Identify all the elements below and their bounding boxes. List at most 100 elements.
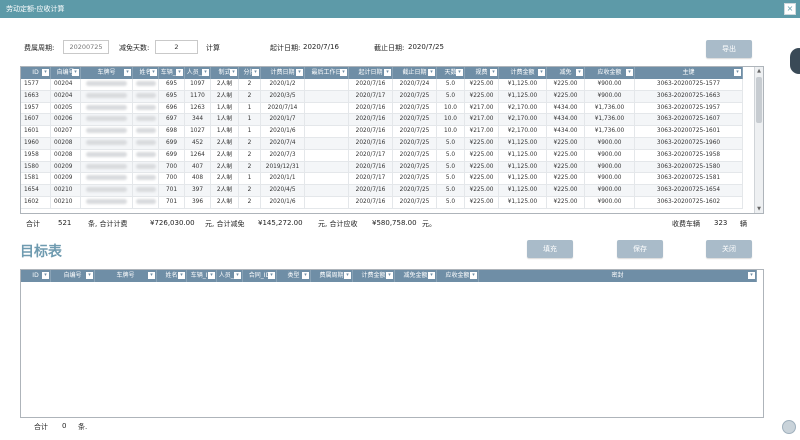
table-cell[interactable]: 2020/7/25	[393, 173, 437, 186]
table-cell[interactable]: 2020/7/25	[393, 114, 437, 127]
table-cell[interactable]: ¥217.00	[465, 102, 499, 115]
table-cell[interactable]: 1602	[21, 196, 51, 209]
table-cell[interactable]: ¥1,125.00	[499, 90, 547, 103]
table-cell[interactable]: 1577	[21, 79, 51, 91]
close-button[interactable]: 关闭	[706, 240, 752, 258]
table-cell[interactable]: 2020/7/25	[393, 149, 437, 162]
filter-dropdown-icon[interactable]: ▾	[148, 272, 155, 279]
table-cell[interactable]: 2人制	[211, 90, 239, 103]
table-cell[interactable]: ¥225.00	[465, 137, 499, 150]
table-cell[interactable]: ¥225.00	[547, 149, 585, 162]
target-col-header[interactable]: 类型 ▾	[277, 270, 311, 282]
start-date-value[interactable]: 2020/7/16	[303, 43, 339, 51]
table-cell[interactable]: ¥1,736.00	[585, 114, 635, 127]
table-cell[interactable]: ¥2,170.00	[499, 102, 547, 115]
table-cell[interactable]: 1人制	[211, 126, 239, 138]
table-cell[interactable]: 2020/7/16	[349, 137, 393, 150]
table-cell[interactable]: 1264	[185, 149, 211, 162]
table-cell[interactable]: 2020/7/16	[349, 126, 393, 138]
table-cell[interactable]	[81, 114, 133, 127]
table-cell[interactable]	[305, 137, 349, 150]
close-icon[interactable]: ×	[784, 3, 796, 15]
filter-dropdown-icon[interactable]: ▾	[576, 69, 583, 76]
table-cell[interactable]: 2人制	[211, 185, 239, 197]
filter-dropdown-icon[interactable]: ▾	[470, 272, 477, 279]
table-cell[interactable]	[133, 196, 159, 209]
source-col-header[interactable]: 人员_ID ▾	[185, 67, 211, 79]
table-row[interactable]: 1958 00208 699 1264 2人制 2 2020/7/3 2020/7/17 202…	[21, 149, 743, 162]
table-cell[interactable]: 407	[185, 161, 211, 174]
table-cell[interactable]: 3063-20200725-1654	[635, 185, 743, 197]
table-cell[interactable]: 00210	[51, 185, 81, 197]
table-cell[interactable]: 1170	[185, 90, 211, 103]
table-cell[interactable]: 2020/7/4	[261, 137, 305, 150]
table-cell[interactable]: 397	[185, 185, 211, 197]
table-cell[interactable]	[81, 161, 133, 174]
filter-dropdown-icon[interactable]: ▾	[268, 272, 275, 279]
table-cell[interactable]: 00206	[51, 114, 81, 127]
table-cell[interactable]	[305, 185, 349, 197]
table-cell[interactable]: ¥900.00	[585, 90, 635, 103]
table-cell[interactable]: 2020/1/7	[261, 114, 305, 127]
source-col-header[interactable]: 制式 ▾	[211, 67, 239, 79]
table-cell[interactable]: 1	[239, 102, 261, 115]
filter-dropdown-icon[interactable]: ▾	[428, 272, 435, 279]
table-cell[interactable]: 697	[159, 114, 185, 127]
source-col-header[interactable]: ID ▾	[21, 67, 51, 79]
table-cell[interactable]: 2020/3/5	[261, 90, 305, 103]
table-cell[interactable]: 2020/7/25	[393, 90, 437, 103]
table-cell[interactable]: 1097	[185, 79, 211, 91]
table-cell[interactable]: 3063-20200725-1601	[635, 126, 743, 138]
filter-dropdown-icon[interactable]: ▾	[150, 69, 157, 76]
source-col-header[interactable]: 截止日期 ▾	[393, 67, 437, 79]
source-col-header[interactable]: 姓名 ▾	[133, 67, 159, 79]
source-table-scrollbar[interactable]: ▲ ▼	[754, 67, 763, 213]
table-cell[interactable]: 10.0	[437, 102, 465, 115]
table-cell[interactable]: ¥225.00	[547, 90, 585, 103]
table-cell[interactable]: ¥2,170.00	[499, 126, 547, 138]
table-cell[interactable]: 10.0	[437, 114, 465, 127]
table-cell[interactable]: 2人制	[211, 79, 239, 91]
filter-dropdown-icon[interactable]: ▾	[302, 272, 309, 279]
source-col-header[interactable]: 天数 ▾	[437, 67, 465, 79]
table-cell[interactable]: 1	[239, 126, 261, 138]
table-cell[interactable]: 1663	[21, 90, 51, 103]
source-col-header[interactable]: 规费 ▾	[465, 67, 499, 79]
table-cell[interactable]: 2	[239, 149, 261, 162]
source-col-header[interactable]: 主键 ▾	[635, 67, 743, 79]
table-cell[interactable]: ¥1,125.00	[499, 196, 547, 209]
table-cell[interactable]: 2人制	[211, 137, 239, 150]
table-cell[interactable]: ¥225.00	[465, 149, 499, 162]
filter-dropdown-icon[interactable]: ▾	[490, 69, 497, 76]
table-cell[interactable]	[133, 126, 159, 138]
filter-dropdown-icon[interactable]: ▾	[42, 69, 49, 76]
filter-dropdown-icon[interactable]: ▾	[734, 69, 741, 76]
end-date-value[interactable]: 2020/7/25	[408, 43, 444, 51]
table-cell[interactable]: 5.0	[437, 90, 465, 103]
table-cell[interactable]: 2	[239, 90, 261, 103]
target-col-header[interactable]: 合同_ID ▾	[243, 270, 277, 282]
table-cell[interactable]: 5.0	[437, 173, 465, 186]
table-cell[interactable]: 1	[239, 173, 261, 186]
table-cell[interactable]: 700	[159, 173, 185, 186]
source-col-header[interactable]: 计费金额 ▾	[499, 67, 547, 79]
table-cell[interactable]: 2	[239, 196, 261, 209]
scroll-down-icon[interactable]: ▼	[755, 205, 763, 213]
table-cell[interactable]: ¥1,125.00	[499, 161, 547, 174]
table-cell[interactable]: 2020/7/25	[393, 126, 437, 138]
table-cell[interactable]: 344	[185, 114, 211, 127]
table-cell[interactable]: 408	[185, 173, 211, 186]
table-cell[interactable]: ¥900.00	[585, 185, 635, 197]
filter-dropdown-icon[interactable]: ▾	[176, 69, 183, 76]
filter-dropdown-icon[interactable]: ▾	[456, 69, 463, 76]
table-cell[interactable]: 00204	[51, 90, 81, 103]
table-cell[interactable]: 5.0	[437, 137, 465, 150]
table-cell[interactable]: 2020/7/24	[393, 79, 437, 91]
table-cell[interactable]: 3063-20200725-1958	[635, 149, 743, 162]
table-cell[interactable]: 452	[185, 137, 211, 150]
table-cell[interactable]: ¥900.00	[585, 149, 635, 162]
target-col-header[interactable]: 人员_ID ▾	[217, 270, 243, 282]
assistant-icon[interactable]	[782, 420, 796, 434]
target-col-header[interactable]: 自编号 ▾	[51, 270, 95, 282]
table-row[interactable]: 1960 00208 699 452 2人制 2 2020/7/4 2020/7/16 2020…	[21, 137, 743, 150]
